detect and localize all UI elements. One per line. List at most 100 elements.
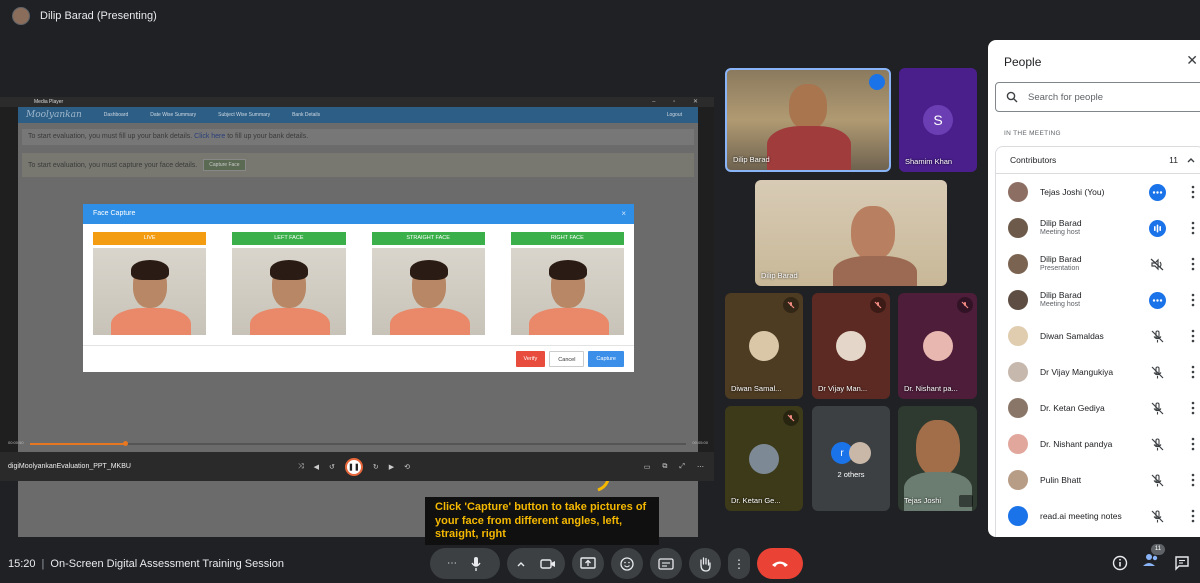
next-icon[interactable]: ▶ [389, 463, 394, 471]
mic-off-icon[interactable] [1149, 508, 1166, 525]
reactions-button[interactable] [611, 548, 643, 579]
group-header[interactable]: Contributors 11 [996, 147, 1200, 174]
pause-button[interactable]: ❚❚ [344, 457, 363, 476]
more-vert-icon[interactable] [1190, 184, 1196, 200]
more-vert-icon[interactable] [1190, 436, 1196, 452]
avatar [1008, 218, 1028, 238]
mic-off-icon[interactable] [1149, 400, 1166, 417]
leave-call-button[interactable] [757, 548, 803, 579]
more-icon[interactable]: ⋯ [697, 463, 704, 471]
meeting-title: On-Screen Digital Assessment Training Se… [50, 558, 284, 570]
present-screen-button[interactable] [572, 548, 604, 579]
repeat-icon[interactable]: ⟲ [404, 463, 410, 471]
face-label: LEFT FACE [232, 232, 346, 245]
video-tile-shamim-khan[interactable]: S Shamim Khan [899, 68, 977, 172]
mic-off-icon[interactable] [1149, 436, 1166, 453]
bank-alert-text: To start evaluation, you must fill up yo… [28, 133, 193, 140]
more-vert-icon[interactable] [1190, 472, 1196, 488]
video-tile-dilip-barad-2[interactable]: Dilip Barad [755, 180, 947, 286]
participant-row[interactable]: Dr. Nishant pandya [996, 426, 1200, 462]
mic-group: ⋯ [430, 548, 500, 579]
more-options-icon[interactable]: ⋯ [447, 558, 457, 569]
seek-knob[interactable] [123, 441, 129, 446]
rewind-icon[interactable]: ↺ [329, 463, 335, 471]
chevron-up-icon[interactable] [516, 559, 526, 569]
volume-off-icon[interactable] [1149, 256, 1166, 273]
search-placeholder: Search for people [1028, 91, 1103, 103]
camera-icon[interactable] [540, 558, 556, 570]
more-vert-icon[interactable] [1190, 400, 1196, 416]
mic-icon[interactable] [469, 556, 483, 572]
participant-row[interactable]: Dilip Barad Meeting host [996, 282, 1200, 318]
more-options-icon[interactable] [1149, 292, 1166, 309]
mic-off-icon[interactable] [1149, 328, 1166, 345]
participant-role: Meeting host [1040, 301, 1081, 308]
shuffle-icon[interactable]: ⤨ [298, 463, 304, 471]
face-panel-live: LIVE [93, 232, 207, 335]
participant-avatar [836, 331, 866, 361]
mic-off-icon[interactable] [1149, 364, 1166, 381]
video-tile-tejas-joshi[interactable]: Tejas Joshi [898, 406, 977, 511]
mic-off-icon [870, 297, 886, 313]
presenter-name: Dilip Barad (Presenting) [40, 10, 157, 22]
participant-row[interactable]: Dr Vijay Mangukiya [996, 354, 1200, 390]
info-icon[interactable] [1112, 555, 1128, 571]
captions-button[interactable] [650, 548, 682, 579]
previous-icon[interactable]: ◀ [314, 463, 319, 471]
meeting-control-bar: 15:20 | On-Screen Digital Assessment Train… [0, 544, 1200, 583]
face-alert-text: To start evaluation, you must capture yo… [28, 161, 198, 169]
face-panel-straight: STRAIGHT FACE [371, 232, 485, 335]
participant-row[interactable]: read.ai meeting notes [996, 498, 1200, 534]
caption-icon[interactable]: ▭ [644, 463, 651, 471]
fullscreen-icon[interactable]: ⤢ [679, 463, 685, 471]
mic-off-icon[interactable] [1149, 472, 1166, 489]
participant-row[interactable]: Tejas Joshi (You) [996, 174, 1200, 210]
participant-row[interactable]: Dr. Ketan Gediya [996, 390, 1200, 426]
video-tile-diwan[interactable]: Diwan Samal... [725, 293, 803, 399]
participant-video [851, 206, 895, 260]
picture-in-picture-icon[interactable] [959, 495, 973, 507]
participant-name: Pulin Bhatt [1040, 475, 1082, 485]
speaking-icon[interactable] [1149, 220, 1166, 237]
search-input[interactable]: Search for people [995, 82, 1200, 112]
more-vert-icon[interactable] [1190, 292, 1196, 308]
face-panel-left: LEFT FACE [232, 232, 346, 335]
seek-bar[interactable]: 00:00:50 00:05:00 [8, 440, 708, 448]
tile-name: Shamim Khan [905, 157, 953, 166]
chat-icon[interactable] [1174, 555, 1190, 571]
cancel-button: Cancel [549, 351, 585, 367]
meeting-time: 15:20 [8, 558, 36, 570]
modal-title: Face Capture [93, 210, 136, 217]
more-options-button[interactable]: ⋮ [728, 548, 750, 579]
participant-row[interactable]: Dilip Barad Meeting host [996, 210, 1200, 246]
tile-name: 2 others [837, 470, 865, 479]
video-tile-ketan[interactable]: Dr. Ketan Ge... [725, 406, 803, 511]
raise-hand-button[interactable] [689, 548, 721, 579]
participant-avatar [749, 331, 779, 361]
people-button[interactable]: 11 [1142, 544, 1165, 573]
tile-name: Dr. Ketan Ge... [731, 496, 781, 505]
more-options-icon[interactable] [1149, 184, 1166, 201]
participant-role: Presentation [1040, 265, 1080, 272]
face-label: RIGHT FACE [510, 232, 624, 245]
participant-row[interactable]: Dilip Barad Presentation [996, 246, 1200, 282]
more-vert-icon[interactable] [1190, 256, 1196, 272]
chevron-up-icon[interactable] [1186, 155, 1196, 165]
face-capture-modal: Face Capture × LIVE LEFT FACE STRAIGHT F… [83, 204, 634, 372]
bank-alert-tail: to fill up your bank details. [227, 133, 309, 140]
more-vert-icon[interactable] [1190, 328, 1196, 344]
close-icon[interactable]: ✕ [1186, 52, 1198, 69]
modal-header: Face Capture × [83, 204, 634, 224]
more-vert-icon[interactable] [1190, 508, 1196, 524]
more-vert-icon[interactable] [1190, 220, 1196, 236]
video-tile-others[interactable]: r 2 others [812, 406, 890, 511]
video-tile-nishant[interactable]: Dr. Nishant pa... [898, 293, 977, 399]
more-vert-icon[interactable] [1190, 364, 1196, 380]
participant-row[interactable]: Diwan Samaldas [996, 318, 1200, 354]
video-tile-dilip-barad[interactable]: Dilip Barad [725, 68, 891, 172]
participant-row[interactable]: Pulin Bhatt [996, 462, 1200, 498]
shared-screen[interactable]: Media Player – ▫ ✕ Moolyankan Dashboard … [0, 97, 714, 545]
forward-icon[interactable]: ↻ [373, 463, 379, 471]
video-tile-vijay[interactable]: Dr Vijay Man... [812, 293, 890, 399]
cast-icon[interactable]: ⧉ [662, 463, 667, 471]
